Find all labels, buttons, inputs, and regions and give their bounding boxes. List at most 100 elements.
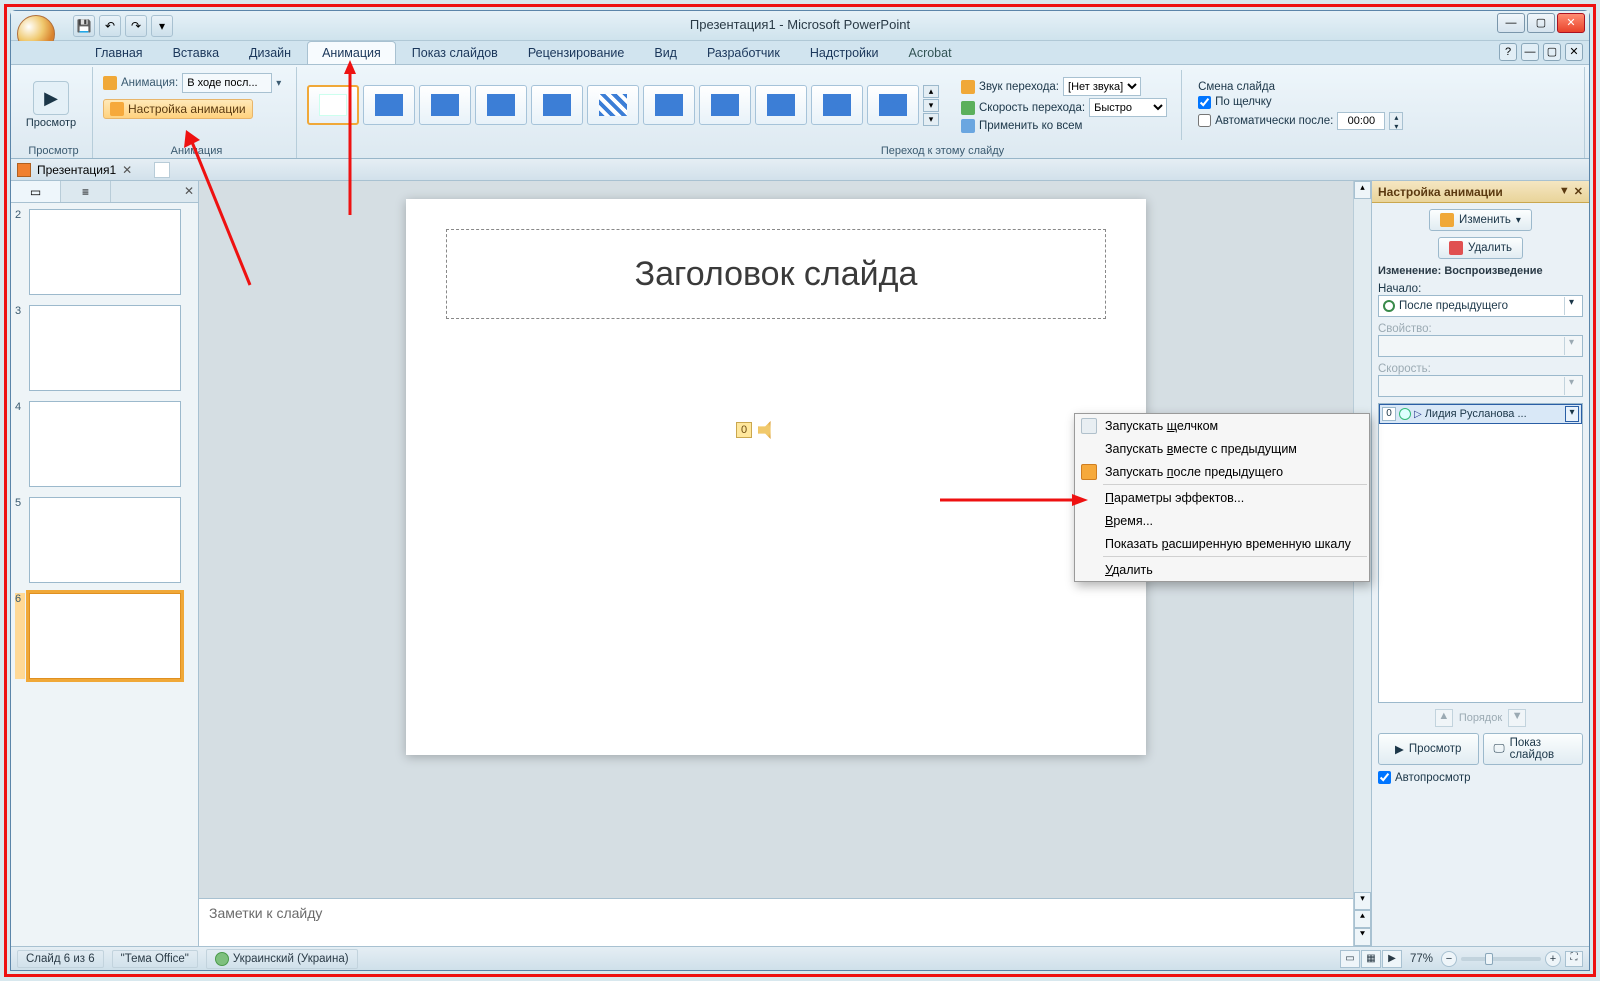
menu-remove[interactable]: Удалить (1075, 558, 1369, 581)
prev-slide-icon[interactable]: ⯅ (1354, 910, 1371, 928)
zoom-fit-button[interactable]: ⛶ (1565, 951, 1583, 967)
slide-change-header: Смена слайда (1198, 81, 1403, 93)
sound-object[interactable]: 0 (736, 421, 776, 439)
qat-save[interactable]: 💾 (73, 15, 95, 37)
time-up-icon[interactable]: ▴ (1390, 113, 1402, 122)
tab-design[interactable]: Дизайн (235, 42, 305, 64)
qat-more[interactable]: ▾ (151, 15, 173, 37)
normal-view-button[interactable]: ▭ (1340, 950, 1360, 968)
transition-thumb[interactable]: ⟳ (867, 85, 919, 125)
tab-slideshow[interactable]: Показ слайдов (398, 42, 512, 64)
slide-canvas[interactable]: Заголовок слайда 0 (406, 199, 1146, 755)
tab-insert[interactable]: Вставка (159, 42, 233, 64)
menu-start-onclick[interactable]: Запускать щелчком (1075, 414, 1369, 437)
transition-thumb[interactable] (531, 85, 583, 125)
maximize-button[interactable]: ▢ (1527, 13, 1555, 33)
zoom-slider[interactable] (1461, 957, 1541, 961)
tab-review[interactable]: Рецензирование (514, 42, 639, 64)
slide-thumb[interactable]: 2 (15, 209, 194, 295)
menu-timing[interactable]: Время... (1075, 509, 1369, 532)
menu-start-afterprev[interactable]: Запускать после предыдущего (1075, 460, 1369, 483)
slide-counter[interactable]: Слайд 6 из 6 (17, 950, 104, 968)
move-down-button[interactable]: ▼ (1508, 709, 1526, 727)
tab-animation[interactable]: Анимация (307, 41, 396, 64)
on-click-checkbox[interactable] (1198, 96, 1211, 109)
transition-thumb[interactable]: ↕ (811, 85, 863, 125)
sorter-view-button[interactable]: ▦ (1361, 950, 1381, 968)
pane-close-icon[interactable]: ✕ (184, 184, 194, 198)
slide-thumb[interactable]: 3 (15, 305, 194, 391)
remove-btn-label: Удалить (1468, 242, 1512, 254)
menu-effect-options[interactable]: Параметры эффектов... (1075, 486, 1369, 509)
minimize-button[interactable]: — (1497, 13, 1525, 33)
tab-view[interactable]: Вид (640, 42, 691, 64)
new-window-icon[interactable] (154, 162, 170, 178)
tab-home[interactable]: Главная (81, 42, 157, 64)
auto-after-time[interactable] (1337, 112, 1385, 130)
theme-name[interactable]: "Тема Office" (112, 950, 198, 968)
slideshow-view-button[interactable]: ▶ (1382, 950, 1402, 968)
next-slide-icon[interactable]: ⯆ (1354, 928, 1371, 946)
apply-to-all-button[interactable]: Применить ко всем (961, 119, 1167, 133)
dropdown-icon[interactable]: ▾ (1564, 297, 1578, 315)
slide-thumb[interactable]: 5 (15, 497, 194, 583)
transition-sound-select[interactable]: [Нет звука] (1063, 77, 1141, 96)
notes-pane[interactable]: Заметки к слайду (199, 898, 1353, 946)
preview-button[interactable]: ▶ Просмотр (21, 81, 81, 129)
transition-thumb[interactable]: ↓ (755, 85, 807, 125)
gallery-more-icon[interactable]: ▾ (923, 113, 939, 126)
ribbon-minimize-icon[interactable]: — (1521, 43, 1539, 61)
tab-addins[interactable]: Надстройки (796, 42, 893, 64)
transition-thumb[interactable] (419, 85, 471, 125)
gallery-up-icon[interactable]: ▴ (923, 85, 939, 98)
help-icon[interactable]: ? (1499, 43, 1517, 61)
effect-item[interactable]: 0 ▷ Лидия Русланова ... ▾ (1379, 404, 1582, 424)
zoom-out-button[interactable]: − (1441, 951, 1457, 967)
language-label: Украинский (Украина) (233, 953, 349, 965)
move-up-button[interactable]: ▲ (1435, 709, 1453, 727)
transition-thumb[interactable]: ↔ (699, 85, 751, 125)
start-select[interactable]: После предыдущего ▾ (1378, 295, 1583, 317)
autopreview-checkbox[interactable] (1378, 771, 1391, 784)
close-button[interactable]: ✕ (1557, 13, 1585, 33)
transition-thumb[interactable] (363, 85, 415, 125)
slide-thumb[interactable]: 4 (15, 401, 194, 487)
menu-start-withprev[interactable]: Запускать вместе с предыдущим (1075, 437, 1369, 460)
document-tab[interactable]: Презентация1 (37, 163, 116, 177)
taskpane-menu-icon[interactable]: ▼ (1559, 185, 1570, 198)
tab-acrobat[interactable]: Acrobat (894, 42, 965, 64)
slide-thumb-selected[interactable]: 6 (15, 593, 194, 679)
scroll-down-icon[interactable]: ▾ (1354, 892, 1371, 910)
transition-thumb[interactable] (475, 85, 527, 125)
zoom-percent[interactable]: 77% (1410, 953, 1433, 965)
title-placeholder[interactable]: Заголовок слайда (446, 229, 1106, 319)
remove-effect-button[interactable]: Удалить (1438, 237, 1523, 259)
custom-animation-button[interactable]: Настройка анимации (103, 99, 253, 119)
animation-select[interactable] (182, 73, 272, 93)
transition-thumb[interactable] (587, 85, 639, 125)
gallery-down-icon[interactable]: ▾ (923, 99, 939, 112)
auto-after-checkbox[interactable] (1198, 114, 1211, 127)
doc-close-icon[interactable]: ✕ (1565, 43, 1583, 61)
time-down-icon[interactable]: ▾ (1390, 122, 1402, 131)
tab-developer[interactable]: Разработчик (693, 42, 794, 64)
scroll-up-icon[interactable]: ▴ (1354, 181, 1371, 199)
zoom-in-button[interactable]: + (1545, 951, 1561, 967)
tp-slideshow-button[interactable]: 🖵Показ слайдов (1483, 733, 1584, 765)
document-close-icon[interactable]: ✕ (122, 163, 132, 177)
menu-adv-timeline[interactable]: Показать расширенную временную шкалу (1075, 532, 1369, 555)
taskpane-close-icon[interactable]: ✕ (1574, 185, 1583, 198)
qat-redo[interactable]: ↷ (125, 15, 147, 37)
slides-tab[interactable]: ▭ (11, 181, 61, 202)
qat-undo[interactable]: ↶ (99, 15, 121, 37)
doc-restore-icon[interactable]: ▢ (1543, 43, 1561, 61)
transition-none[interactable] (307, 85, 359, 125)
language-indicator[interactable]: Украинский (Украина) (206, 949, 358, 969)
anim-dropdown-icon[interactable]: ▾ (276, 78, 281, 89)
outline-tab[interactable]: ≡ (61, 181, 111, 202)
effect-dropdown-icon[interactable]: ▾ (1565, 406, 1579, 422)
change-effect-button[interactable]: Изменить ▾ (1429, 209, 1532, 231)
transition-thumb[interactable]: → (643, 85, 695, 125)
tp-preview-button[interactable]: ▶Просмотр (1378, 733, 1479, 765)
transition-speed-select[interactable]: Быстро (1089, 98, 1167, 117)
